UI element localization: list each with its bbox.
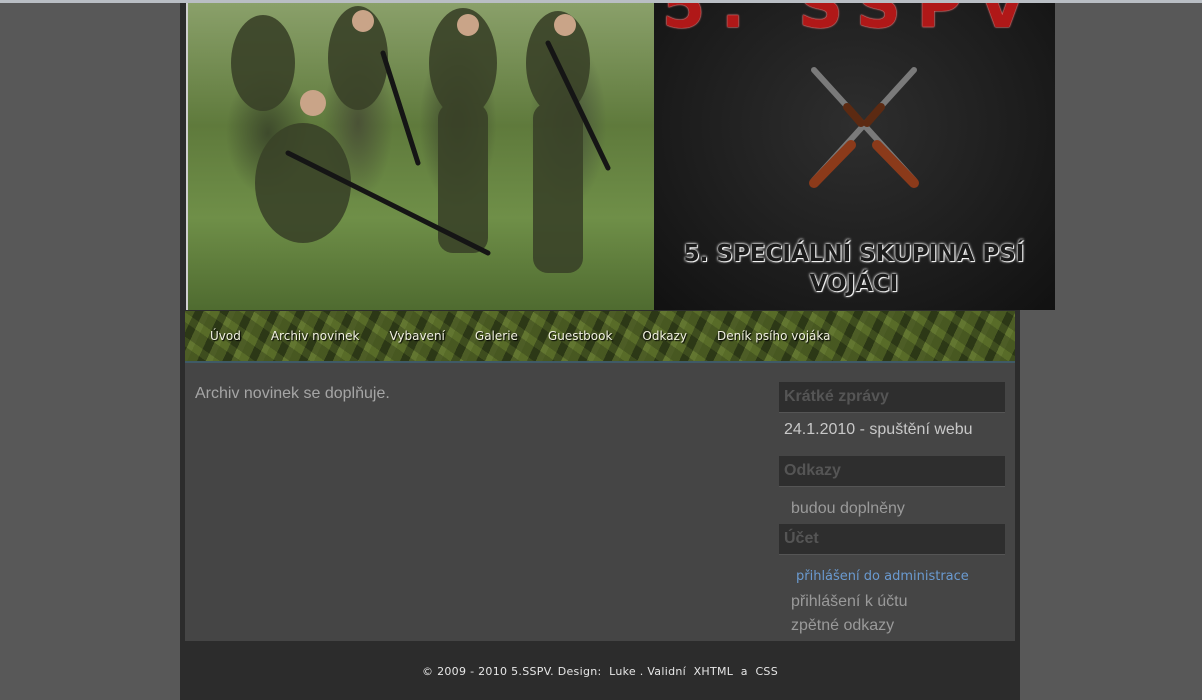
header-photo [186,3,656,310]
nav-item-guestbook[interactable]: Guestbook [533,311,628,361]
header-banner: 5. SSPV 5. SPECIÁLNÍ SKUPINA PSÍ VOJÁCI [654,3,1055,310]
main-content-text: Archiv novinek se doplňuje. [195,385,390,402]
crossed-rifles-icon [809,67,919,188]
banner-subtitle-line2: VOJÁCI [809,271,899,297]
nav-item-odkazy[interactable]: Odkazy [627,311,702,361]
banner-subtitle: 5. SPECIÁLNÍ SKUPINA PSÍ VOJÁCI [674,239,1034,299]
nav-item-galerie[interactable]: Galerie [460,311,533,361]
nav-item-uvod[interactable]: Úvod [195,311,256,361]
account-login-link[interactable]: přihlášení k účtu [791,593,908,611]
sidebar-links-text: budou doplněny [791,500,905,517]
main-navigation: Úvod Archiv novinek Vybavení Galerie Gue… [185,311,1015,363]
page-wrapper: 5. SSPV 5. SPECIÁLNÍ SKUPINA PSÍ VOJÁCI … [180,3,1055,700]
content-area: Archiv novinek se doplňuje. Krátké zpráv… [185,363,1015,641]
admin-login-link[interactable]: přihlášení do administrace [796,569,969,584]
sidebar-news-title: Krátké zprávy [779,382,1005,413]
sidebar-account-title: Účet [779,524,1005,555]
nav-item-archiv-novinek[interactable]: Archiv novinek [256,311,375,361]
banner-subtitle-line1: 5. SPECIÁLNÍ SKUPINA PSÍ [683,241,1025,267]
nav-item-vybaveni[interactable]: Vybavení [375,311,460,361]
sidebar-news-text: 24.1.2010 - spuštění webu [784,421,973,438]
sidebar-links-title: Odkazy [779,456,1005,487]
banner-title: 5. SSPV [662,3,1043,42]
footer-text: © 2009 - 2010 5.SSPV. Design: Luke . Val… [421,665,778,678]
backlinks-link[interactable]: zpětné odkazy [791,617,894,635]
nav-item-denik[interactable]: Deník psího vojáka [702,311,846,361]
